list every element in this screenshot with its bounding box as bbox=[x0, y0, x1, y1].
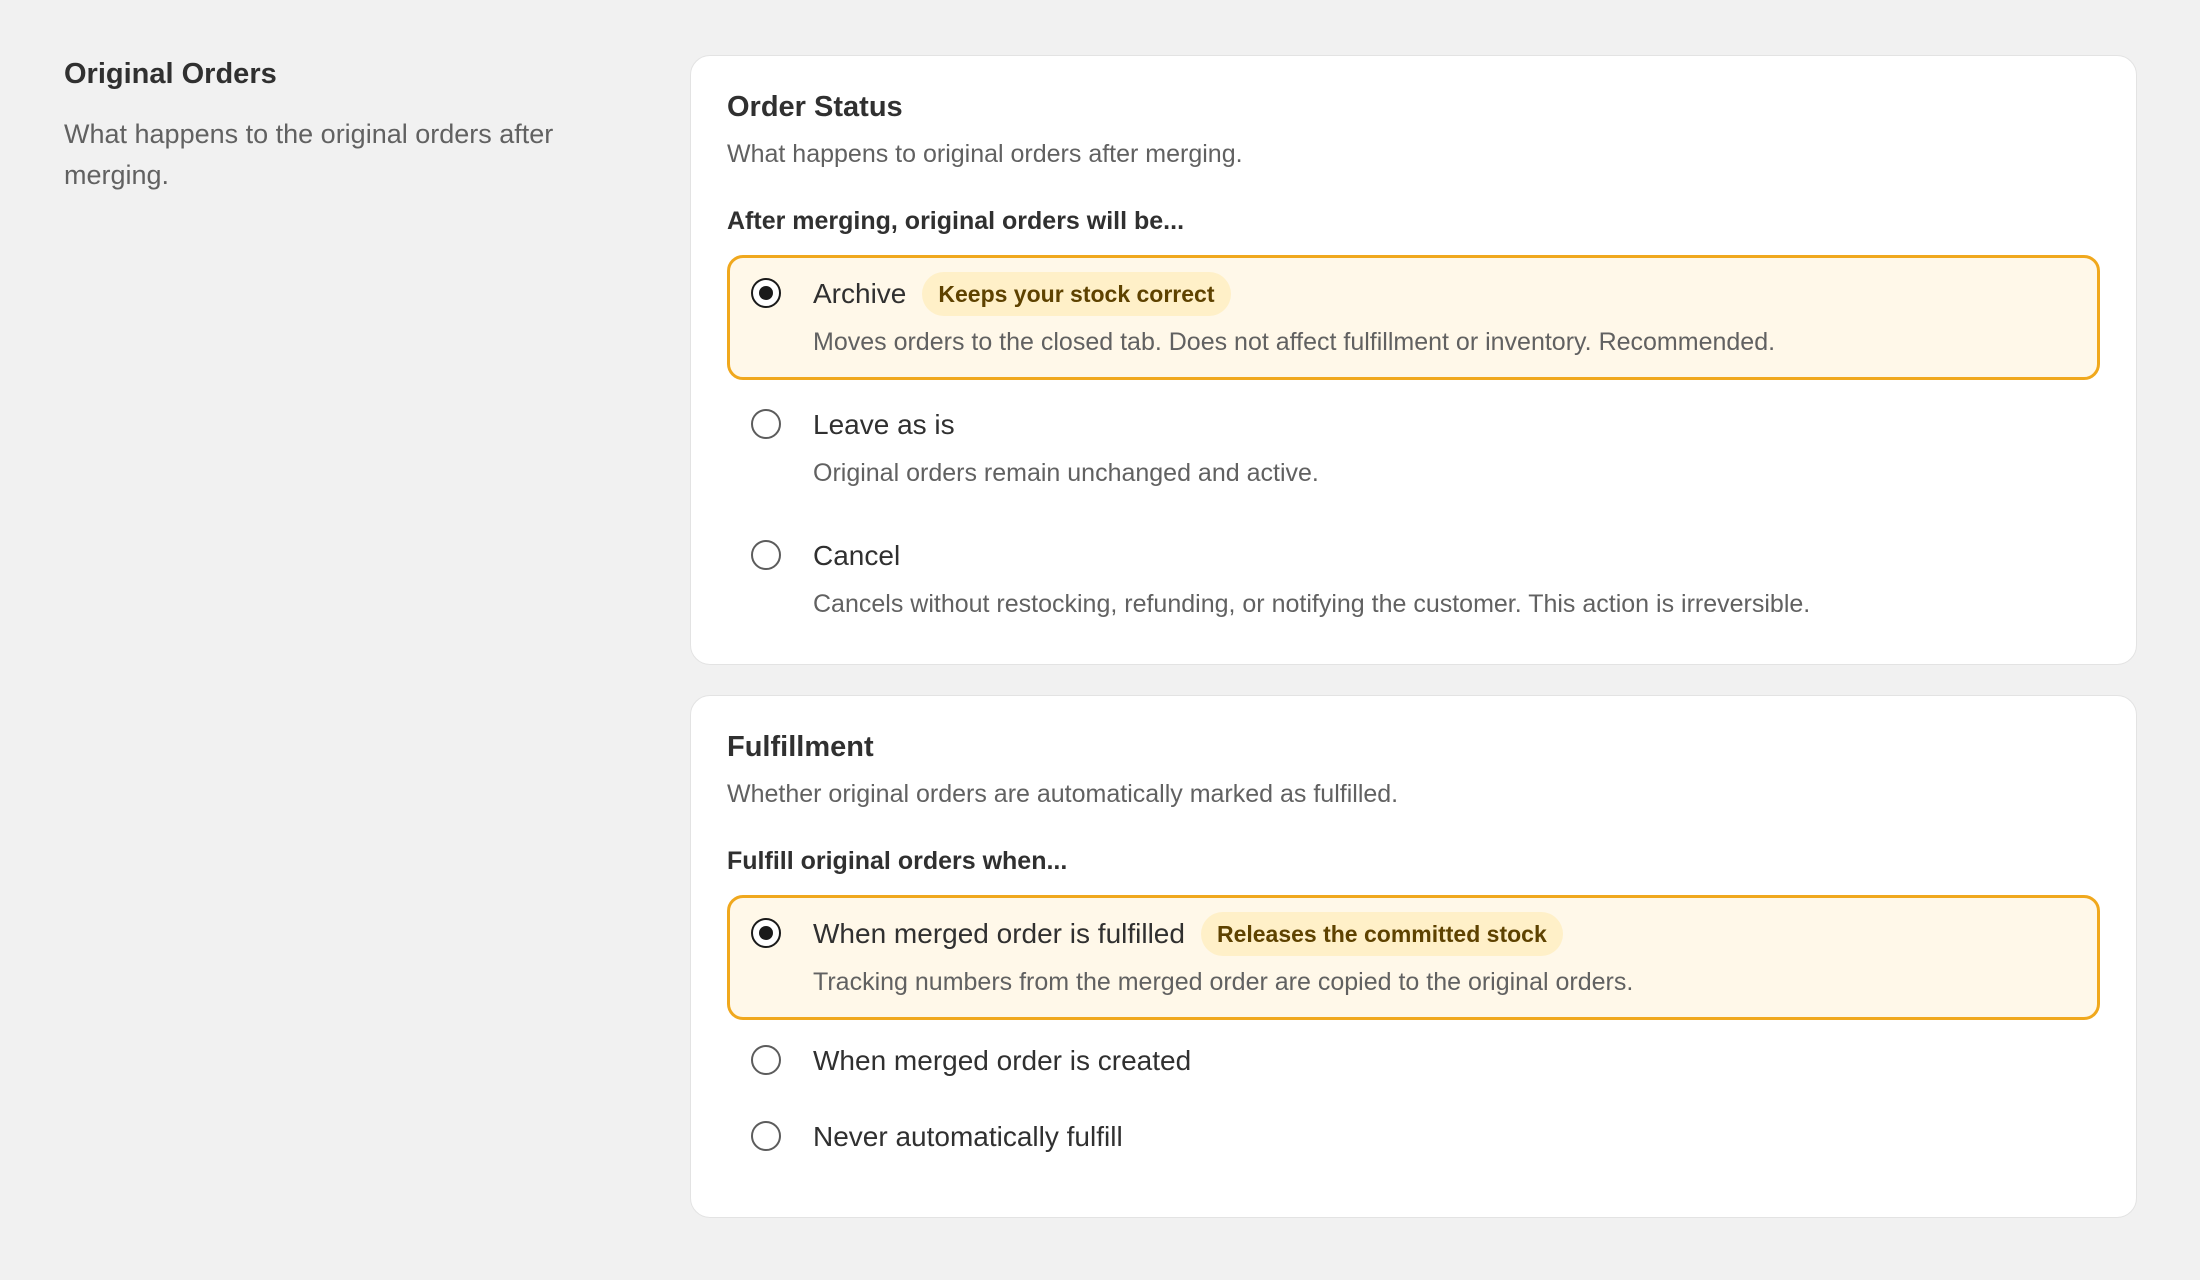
fulfillment-title: Fulfillment bbox=[727, 731, 874, 763]
order-status-description: What happens to original orders after me… bbox=[727, 140, 1243, 168]
radio-cancel[interactable] bbox=[751, 540, 781, 570]
order-status-group-label: After merging, original orders will be..… bbox=[727, 207, 1185, 235]
option-when-fulfilled-description: Tracking numbers from the merged order a… bbox=[813, 968, 1634, 996]
option-when-created-label: When merged order is created bbox=[813, 1045, 1192, 1076]
option-when-created-head: When merged order is created bbox=[813, 1043, 2077, 1079]
section-title: Original Orders bbox=[64, 58, 277, 90]
fulfillment-description: Whether original orders are automaticall… bbox=[727, 780, 1399, 808]
committed-stock-badge: Releases the committed stock bbox=[1200, 912, 1563, 956]
option-when-fulfilled[interactable]: When merged order is fulfilled Releases … bbox=[727, 895, 2100, 1020]
order-status-title: Order Status bbox=[727, 91, 903, 123]
order-status-card: Order Status What happens to original or… bbox=[690, 55, 2137, 665]
option-when-fulfilled-label: When merged order is fulfilled bbox=[813, 918, 1185, 949]
recommended-badge: Keeps your stock correct bbox=[922, 272, 1231, 316]
option-archive-label: Archive bbox=[813, 278, 907, 309]
fulfillment-group-label: Fulfill original orders when... bbox=[727, 847, 1068, 875]
fulfillment-card: Fulfillment Whether original orders are … bbox=[690, 695, 2137, 1218]
option-cancel-head: Cancel bbox=[813, 538, 2077, 574]
option-archive-description: Moves orders to the closed tab. Does not… bbox=[813, 328, 1776, 356]
option-leave-as-is-head: Leave as is bbox=[813, 407, 2077, 443]
radio-archive[interactable] bbox=[751, 278, 781, 308]
radio-when-fulfilled[interactable] bbox=[751, 918, 781, 948]
section-description: What happens to the original orders afte… bbox=[64, 119, 554, 190]
section-header: Original Orders What happens to the orig… bbox=[64, 56, 624, 196]
option-when-fulfilled-head: When merged order is fulfilled Releases … bbox=[813, 912, 2077, 956]
option-never-fulfill-label: Never automatically fulfill bbox=[813, 1121, 1123, 1152]
option-leave-as-is-description: Original orders remain unchanged and act… bbox=[813, 459, 1319, 487]
option-leave-as-is[interactable]: Leave as is Original orders remain uncha… bbox=[727, 386, 2100, 511]
option-leave-as-is-label: Leave as is bbox=[813, 409, 955, 440]
option-cancel-description: Cancels without restocking, refunding, o… bbox=[813, 590, 1811, 618]
option-cancel-label: Cancel bbox=[813, 540, 901, 571]
option-archive-head: Archive Keeps your stock correct bbox=[813, 272, 2077, 316]
option-cancel[interactable]: Cancel Cancels without restocking, refun… bbox=[727, 517, 2100, 642]
option-never-fulfill[interactable]: Never automatically fulfill bbox=[727, 1102, 2100, 1172]
option-never-fulfill-head: Never automatically fulfill bbox=[813, 1119, 2077, 1155]
option-archive[interactable]: Archive Keeps your stock correct Moves o… bbox=[727, 255, 2100, 380]
radio-leave-as-is[interactable] bbox=[751, 409, 781, 439]
radio-never-fulfill[interactable] bbox=[751, 1121, 781, 1151]
option-when-created[interactable]: When merged order is created bbox=[727, 1026, 2100, 1096]
radio-when-created[interactable] bbox=[751, 1045, 781, 1075]
